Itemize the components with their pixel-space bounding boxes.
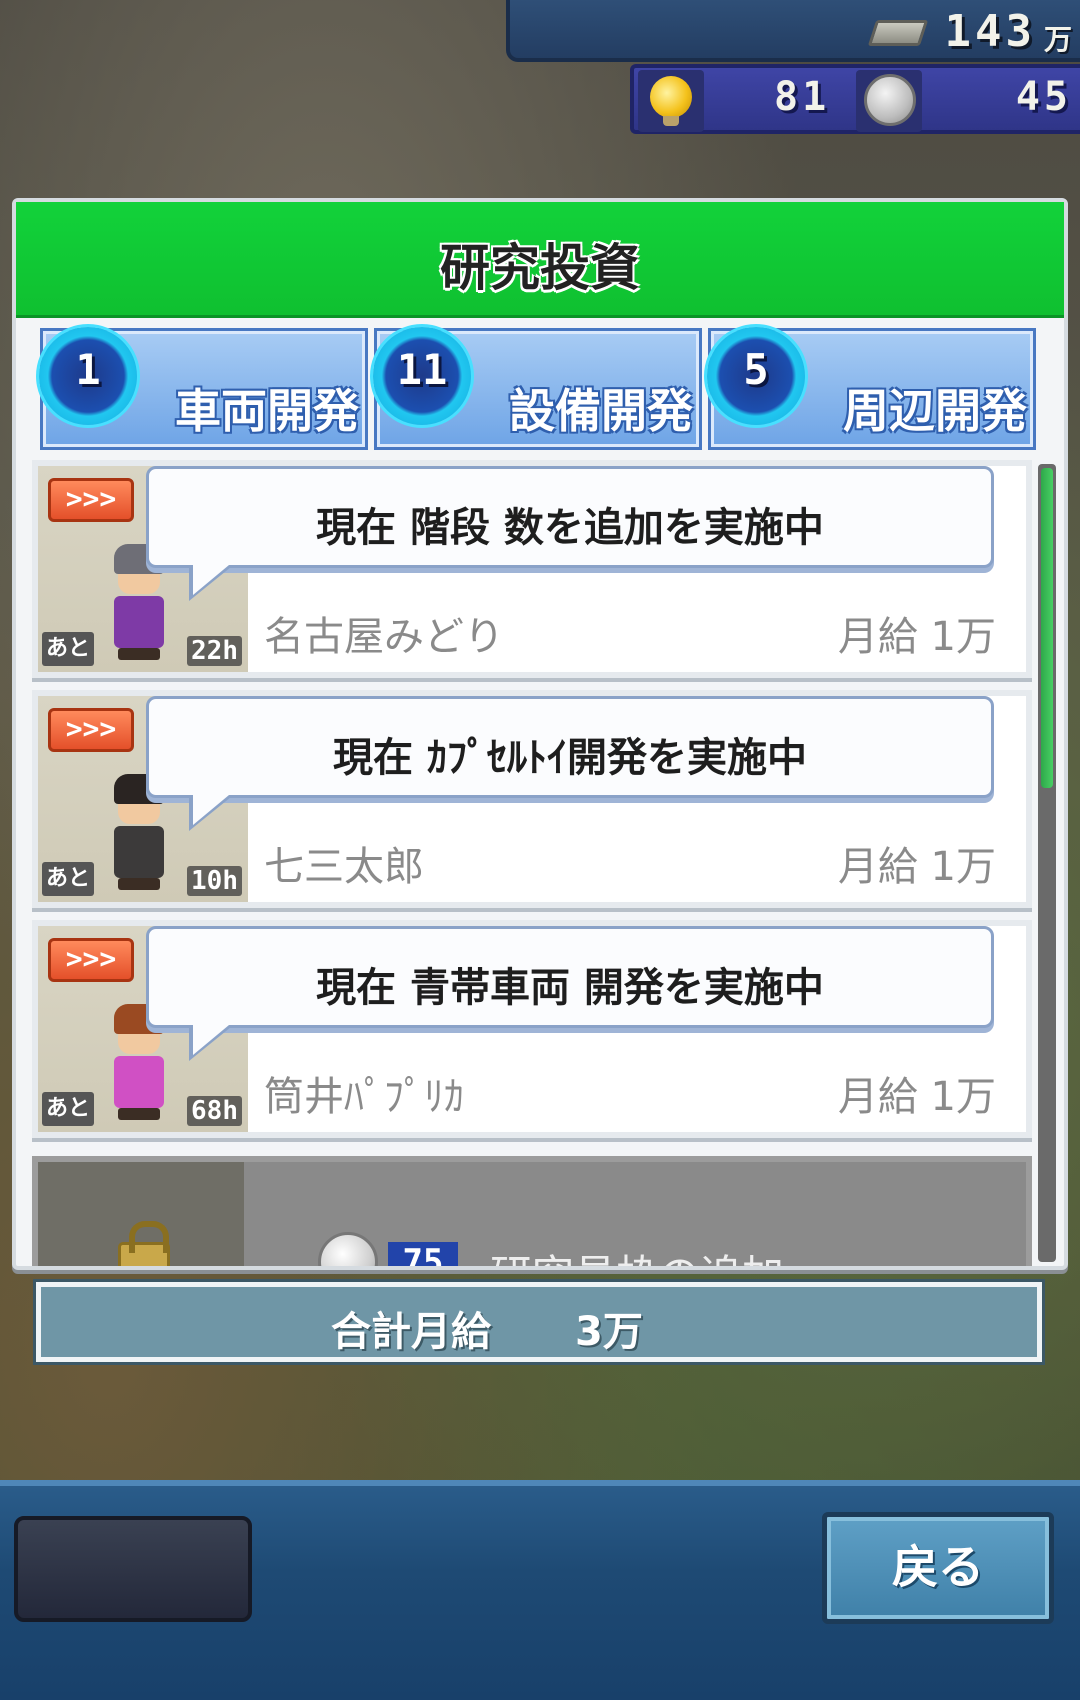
remaining-hours: 10h [187, 866, 242, 896]
avatar-body [114, 1056, 164, 1108]
total-salary-label: 合計月給 [331, 1309, 491, 1355]
money-icon [867, 20, 929, 46]
research-status: 現在 青帯車両 開発を実施中 [316, 965, 824, 1011]
count-badge: 11 [373, 327, 471, 425]
research-status: 現在 ｶﾌﾟｾﾙﾄｲ開発を実施中 [333, 735, 807, 781]
medal-slot [856, 70, 922, 132]
add-researcher-slot-row[interactable]: 75 研究員枠の追加 [32, 1156, 1032, 1266]
money-display: 143 万 [506, 0, 1080, 62]
tab-label: 車両開発 [175, 384, 359, 438]
points-display: 81 45 [630, 64, 1080, 134]
bulb-icon [650, 76, 692, 126]
researcher-row[interactable]: >>> あと 68h 現在 青帯車両 開発を実施中 筒井ﾊﾟﾌﾟﾘｶ 月給 1万 [32, 920, 1032, 1142]
avatar-body [114, 826, 164, 878]
tab-label: 設備開発 [509, 384, 693, 438]
researcher-name: 筒井ﾊﾟﾌﾟﾘｶ [264, 1074, 464, 1120]
tab-count: 11 [396, 345, 448, 394]
remaining-label: あと [42, 632, 94, 666]
tab-count: 5 [743, 345, 769, 394]
avatar-feet [118, 878, 160, 890]
total-salary-value: 3万 [575, 1309, 643, 1355]
speed-up-icon[interactable]: >>> [48, 708, 134, 752]
panel-header: 研究投資 [16, 202, 1064, 318]
researcher-row[interactable]: >>> あと 22h 現在 階段 数を追加を実施中 名古屋みどり 月給 1万 [32, 460, 1032, 682]
back-button[interactable]: 戻る [822, 1512, 1054, 1624]
status-speech-bubble: 現在 ｶﾌﾟｾﾙﾄｲ開発を実施中 [146, 696, 994, 831]
count-badge: 1 [39, 327, 137, 425]
tab-label: 周辺開発 [843, 384, 1027, 438]
medal-icon [318, 1232, 378, 1266]
idea-points-value: 81 [774, 74, 831, 120]
list-scrollbar[interactable] [1038, 464, 1056, 1262]
lock-icon [118, 1221, 170, 1266]
avatar-feet [118, 648, 160, 660]
monthly-salary: 月給 1万 [837, 844, 996, 890]
bottom-bar: 戻る [0, 1480, 1080, 1700]
research-status: 現在 階段 数を追加を実施中 [316, 505, 824, 551]
research-investment-panel: 研究投資 1 車両開発 11 設備開発 5 周辺開発 >>> あと 22h 現在… [12, 198, 1068, 1270]
panel-title: 研究投資 [440, 239, 640, 297]
tab-count: 1 [75, 345, 101, 394]
tab-facility-development[interactable]: 11 設備開発 [373, 327, 702, 450]
tab-surrounding-development[interactable]: 5 周辺開発 [707, 327, 1036, 450]
researcher-row[interactable]: >>> あと 10h 現在 ｶﾌﾟｾﾙﾄｲ開発を実施中 七三太郎 月給 1万 [32, 690, 1032, 912]
monthly-salary: 月給 1万 [837, 1074, 996, 1120]
avatar-feet [118, 1108, 160, 1120]
total-salary-bar: 合計月給 3万 [36, 1282, 1042, 1362]
remaining-label: あと [42, 862, 94, 896]
slot-cost: 75 [388, 1242, 458, 1266]
remaining-hours: 22h [187, 636, 242, 666]
remaining-hours: 68h [187, 1096, 242, 1126]
researcher-list[interactable]: >>> あと 22h 現在 階段 数を追加を実施中 名古屋みどり 月給 1万 >… [32, 460, 1044, 1266]
tab-vehicle-development[interactable]: 1 車両開発 [39, 327, 368, 450]
count-badge: 5 [707, 327, 805, 425]
researcher-name: 七三太郎 [264, 844, 424, 890]
status-speech-bubble: 現在 階段 数を追加を実施中 [146, 466, 994, 601]
status-speech-bubble: 現在 青帯車両 開発を実施中 [146, 926, 994, 1061]
money-value: 143 [944, 6, 1036, 57]
monthly-salary: 月給 1万 [837, 614, 996, 660]
medal-icon [864, 74, 916, 126]
remaining-label: あと [42, 1092, 94, 1126]
idea-slot [638, 70, 704, 132]
researcher-name: 名古屋みどり [264, 614, 504, 660]
speed-up-icon[interactable]: >>> [48, 478, 134, 522]
scrollbar-thumb[interactable] [1041, 468, 1053, 788]
speed-up-icon[interactable]: >>> [48, 938, 134, 982]
category-tabs: 1 車両開発 11 設備開発 5 周辺開発 [39, 327, 1052, 450]
add-slot-label: 研究員枠の追加 [490, 1242, 784, 1266]
avatar-body [114, 596, 164, 648]
locked-slot-area [38, 1162, 244, 1266]
empty-button-slot [14, 1516, 252, 1622]
money-unit: 万 [1043, 23, 1072, 56]
medal-value: 45 [1015, 74, 1072, 120]
